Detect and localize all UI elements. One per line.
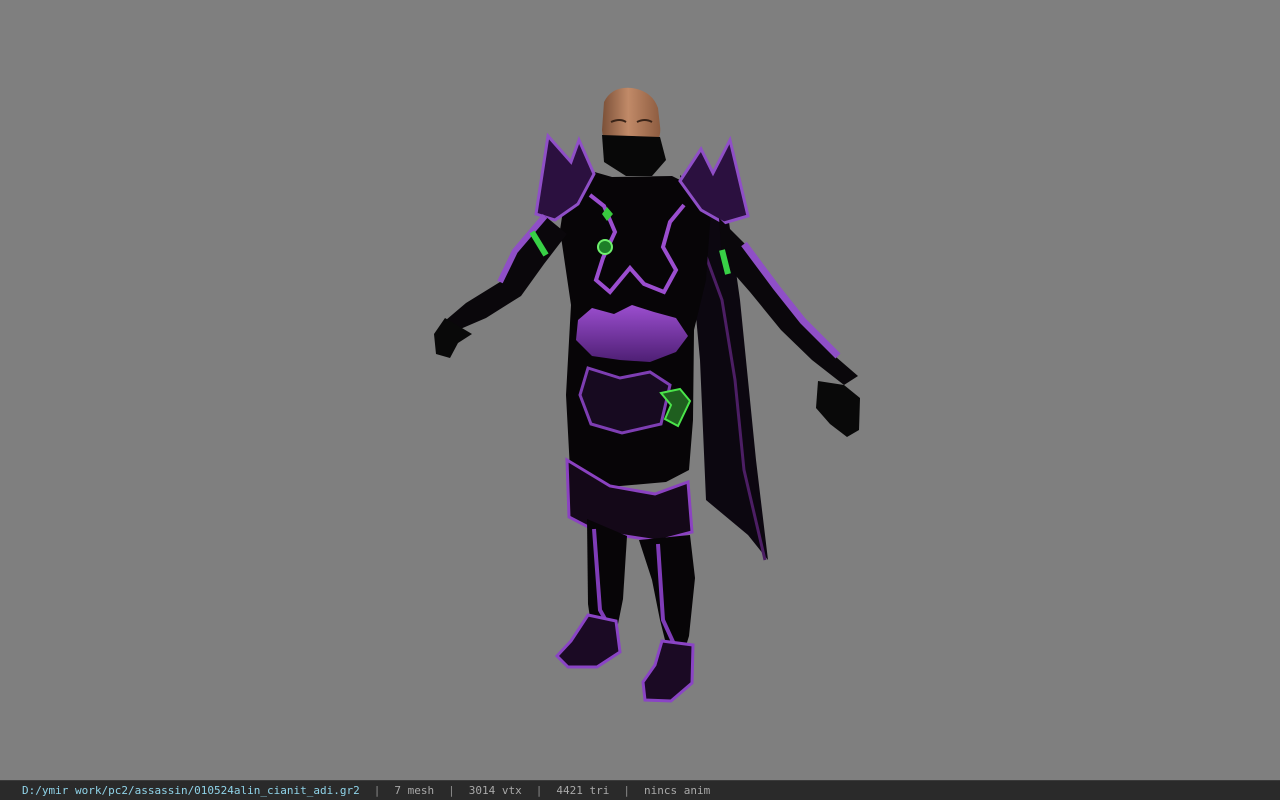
status-separator: |: [448, 784, 455, 797]
status-separator: |: [373, 784, 381, 797]
status-separator: |: [623, 784, 630, 797]
character-model-icon: [434, 87, 860, 703]
status-separator: |: [535, 784, 543, 797]
status-bar: D:/ymir work/pc2/assassin/010524alin_cia…: [0, 780, 1280, 800]
mesh-count: 7 mesh: [394, 784, 435, 797]
animation-status: nincs anim: [643, 784, 711, 797]
triangle-count: 4421 tri: [556, 784, 610, 797]
file-path: D:/ymir work/pc2/assassin/010524alin_cia…: [22, 784, 360, 797]
vertex-count: 3014 vtx: [468, 784, 522, 797]
3d-viewport[interactable]: [0, 0, 1280, 780]
